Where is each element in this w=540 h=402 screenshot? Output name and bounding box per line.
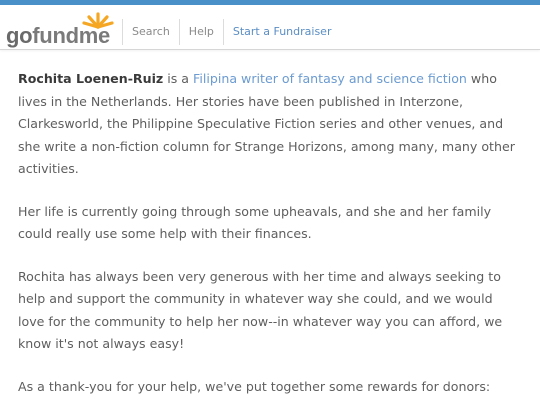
logo-wordmark: gofundme: [6, 25, 110, 47]
logo-me: me: [78, 23, 111, 48]
site-header: gofundme Search Help Start a Fundraiser: [0, 5, 540, 50]
story-paragraph-2: Her life is currently going through some…: [18, 203, 492, 242]
author-bio-link[interactable]: Filipina writer of fantasy and science f…: [193, 71, 467, 86]
story-paragraph-4: As a thank-you for your help, we've put …: [18, 378, 491, 394]
main-nav: Search Help Start a Fundraiser: [122, 10, 340, 54]
author-name: Rochita Loenen-Ruiz: [18, 71, 164, 86]
story-paragraph-1: Rochita Loenen-Ruiz is a Filipina writer…: [18, 68, 523, 181]
story-paragraph-3: Rochita has always been very generous wi…: [18, 268, 503, 352]
nav-help-link[interactable]: Help: [178, 19, 223, 45]
logo-go: go: [6, 23, 33, 48]
story-text-before-link: is a: [163, 71, 194, 86]
logo-fund: fund: [32, 23, 79, 48]
story-text-after-link: who lives in the Netherlands. Her storie…: [18, 71, 515, 176]
nav-start-fundraiser-link[interactable]: Start a Fundraiser: [222, 19, 341, 45]
nav-search-link[interactable]: Search: [122, 19, 179, 45]
gofundme-logo[interactable]: gofundme: [6, 11, 116, 47]
campaign-story: Rochita Loenen-Ruiz is a Filipina writer…: [18, 68, 523, 402]
